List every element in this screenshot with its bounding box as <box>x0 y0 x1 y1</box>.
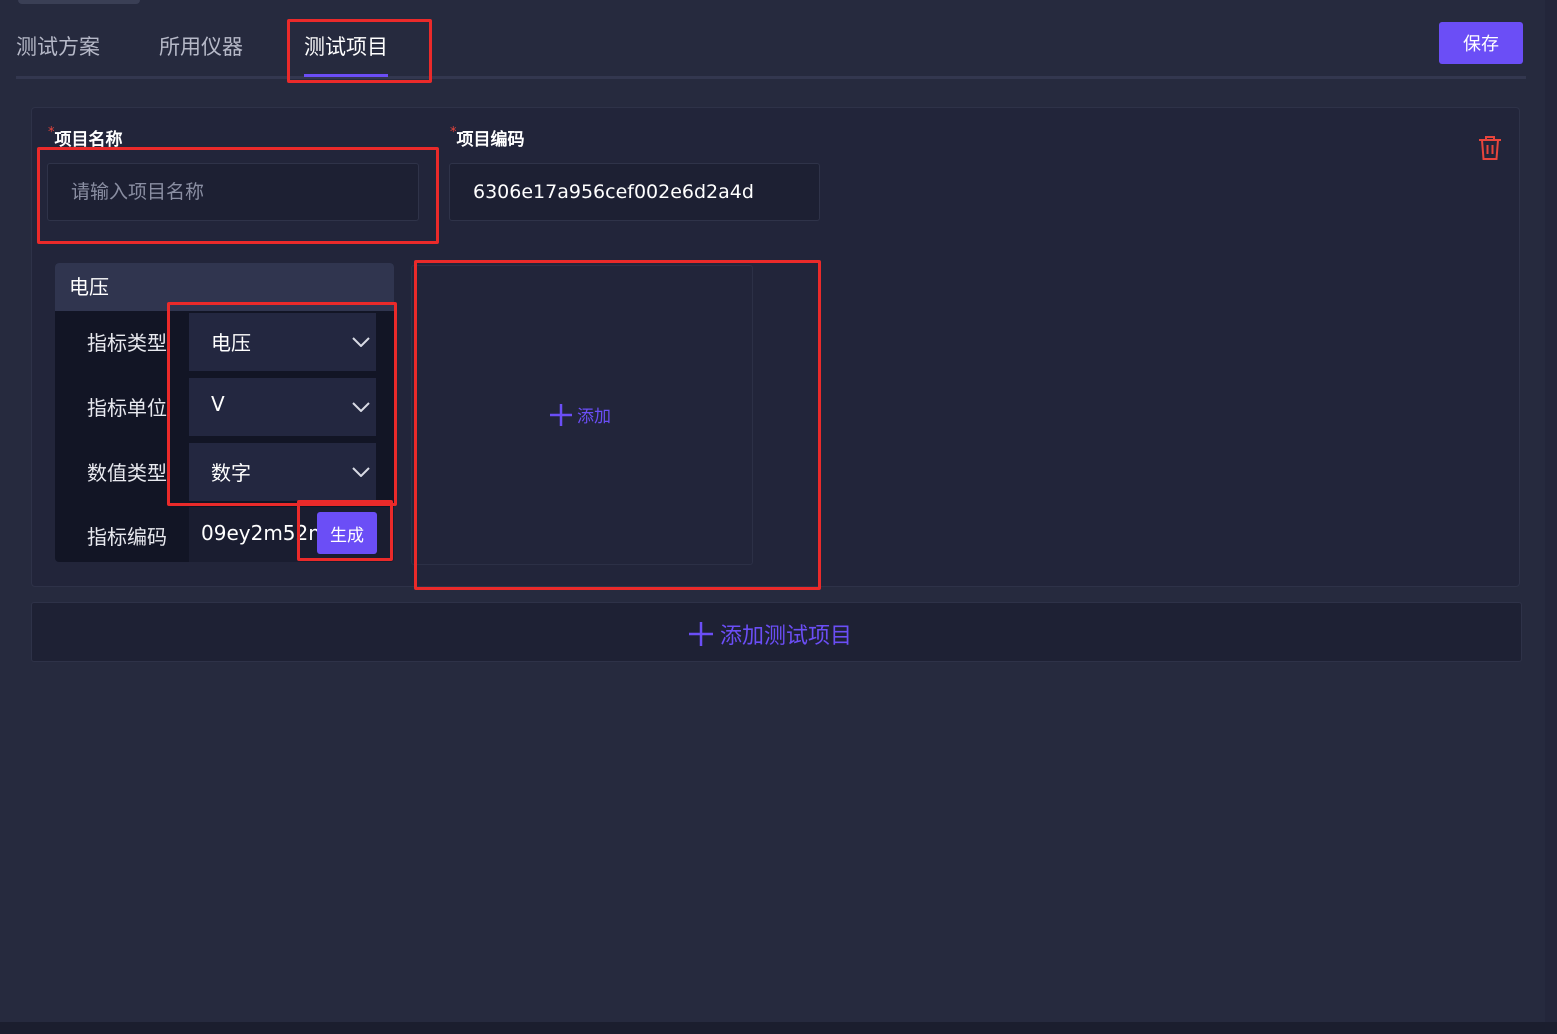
value-type-row: 数值类型 数字 <box>55 443 394 503</box>
trash-icon[interactable] <box>1477 134 1503 162</box>
indicator-unit-select[interactable]: V <box>189 378 376 436</box>
chevron-down-icon <box>352 337 370 347</box>
value-type-value: 数字 <box>211 461 251 485</box>
indicator-title: 电压 <box>55 263 394 311</box>
add-indicator-label: 添加 <box>577 407 611 427</box>
value-type-label: 数值类型 <box>87 461 167 485</box>
chevron-down-icon <box>352 402 370 412</box>
tab-bar: 测试方案 所用仪器 测试项目 <box>16 30 1526 79</box>
bottom-bar <box>0 1022 1557 1034</box>
indicator-unit-row: 指标单位 V <box>55 378 394 438</box>
project-name-label: *项目名称 <box>48 125 123 150</box>
indicator-code-label: 指标编码 <box>87 525 167 549</box>
indicator-unit-value: V <box>211 392 225 416</box>
indicator-code-value: 09ey2m52m <box>201 521 328 545</box>
add-indicator-tile[interactable]: 添加 <box>411 265 753 565</box>
tab-instruments[interactable]: 所用仪器 <box>159 32 243 62</box>
active-tab-indicator <box>304 74 388 77</box>
top-tab-remnant <box>18 0 140 4</box>
generate-button[interactable]: 生成 <box>317 512 377 554</box>
indicator-panel: 电压 指标类型 电压 指标单位 V 数值类型 数字 指标编码 09ey2m52m… <box>55 263 394 562</box>
plus-icon <box>550 403 572 426</box>
project-name-input[interactable]: 请输入项目名称 <box>47 163 419 221</box>
add-test-item-button[interactable]: 添加测试项目 <box>31 602 1522 662</box>
indicator-unit-label: 指标单位 <box>87 396 167 420</box>
plus-icon <box>689 622 713 646</box>
save-button[interactable]: 保存 <box>1439 22 1523 64</box>
tab-test-plan[interactable]: 测试方案 <box>16 32 100 62</box>
project-code-label: *项目编码 <box>450 125 525 150</box>
scrollbar-track[interactable] <box>1545 0 1557 1034</box>
indicator-type-value: 电压 <box>211 331 251 355</box>
indicator-type-label: 指标类型 <box>87 331 167 355</box>
project-code-input[interactable]: 6306e17a956cef002e6d2a4d <box>449 163 820 221</box>
tab-test-items-label: 测试项目 <box>304 35 388 59</box>
indicator-type-select[interactable]: 电压 <box>189 313 376 371</box>
tab-test-items[interactable]: 测试项目 <box>304 32 388 77</box>
add-test-item-label: 添加测试项目 <box>720 624 853 649</box>
indicator-type-row: 指标类型 电压 <box>55 313 394 373</box>
chevron-down-icon <box>352 467 370 477</box>
value-type-select[interactable]: 数字 <box>189 443 376 501</box>
